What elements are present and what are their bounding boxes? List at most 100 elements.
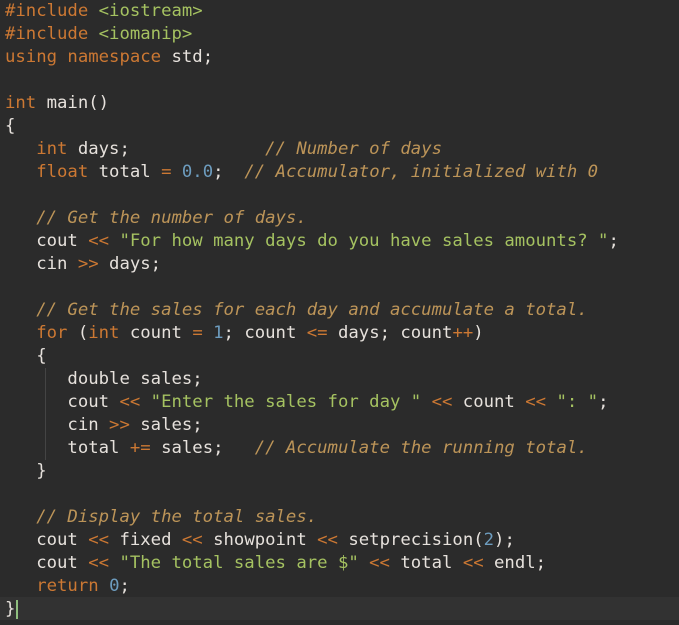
code-token: std;	[161, 47, 214, 67]
comment-token: // Accumulator, initialized with 0	[244, 162, 599, 182]
operator-token: <=	[306, 323, 328, 343]
keyword-token: using namespace	[5, 47, 162, 67]
code-token: count	[119, 323, 193, 343]
code-token: sales;	[150, 438, 255, 458]
code-line[interactable]: }	[5, 460, 619, 483]
operator-token: ++	[452, 323, 474, 343]
code-token: cout	[5, 530, 89, 550]
keyword-token: int	[36, 139, 68, 159]
operator-token: <<	[369, 553, 390, 573]
code-line[interactable]: cin >> sales;	[5, 414, 619, 437]
code-token: cin	[5, 415, 110, 435]
operator-token: <<	[88, 553, 110, 573]
code-token: double sales;	[5, 369, 203, 389]
string-literal-token: ": "	[556, 392, 599, 412]
text-caret	[16, 600, 18, 619]
comment-token: // Display the total sales.	[36, 507, 318, 527]
comment-token: // Number of days	[265, 139, 442, 159]
code-line[interactable]: int main()	[5, 92, 619, 115]
comment-token: // Accumulate the running total.	[254, 438, 588, 458]
code-token: cout	[5, 231, 89, 251]
code-token: )	[473, 323, 484, 343]
code-line[interactable]: using namespace std;	[5, 46, 619, 69]
code-line[interactable]: total += sales; // Accumulate the runnin…	[5, 437, 619, 460]
code-token: ;	[119, 576, 130, 596]
code-token: {	[5, 346, 47, 366]
code-line[interactable]: #include <iomanip>	[5, 23, 619, 46]
code-token: setprecision(	[337, 530, 484, 550]
comment-token: // Get the number of days.	[36, 208, 307, 228]
string-literal-token: "The total sales are $"	[119, 553, 359, 573]
code-line[interactable]: cout << fixed << showpoint << setprecisi…	[5, 529, 619, 552]
operator-token: <<	[88, 530, 110, 550]
code-token: count	[452, 392, 526, 412]
preprocessor-token: #include	[5, 24, 89, 44]
code-editor[interactable]: #include <iostream> #include <iomanip> usi…	[0, 0, 679, 625]
code-line[interactable]	[5, 483, 619, 506]
code-line[interactable]	[5, 184, 619, 207]
keyword-token: int	[5, 93, 37, 113]
include-path-token: <iostream>	[98, 1, 203, 21]
code-token: endl;	[483, 553, 547, 573]
operator-token: <<	[119, 392, 141, 412]
code-line[interactable]: double sales;	[5, 368, 619, 391]
code-token: ;	[598, 392, 609, 412]
code-line[interactable]: return 0;	[5, 575, 619, 598]
code-token: cin	[5, 254, 78, 274]
code-token: sales;	[129, 415, 203, 435]
keyword-token: for	[36, 323, 68, 343]
code-line[interactable]: cout << "Enter the sales for day " << co…	[5, 391, 619, 414]
code-line[interactable]: {	[5, 115, 619, 138]
keyword-token: int	[88, 323, 120, 343]
code-line[interactable]: float total = 0.0; // Accumulator, initi…	[5, 161, 619, 184]
code-line[interactable]: {	[5, 345, 619, 368]
code-line[interactable]	[5, 69, 619, 92]
code-line[interactable]: // Get the number of days.	[5, 207, 619, 230]
code-line[interactable]: cout << "For how many days do you have s…	[5, 230, 619, 253]
code-token: }	[5, 461, 47, 481]
code-line[interactable]: // Get the sales for each day and accumu…	[5, 299, 619, 322]
code-token: total	[5, 438, 130, 458]
operator-token: >>	[109, 415, 130, 435]
code-token: days; count	[327, 323, 453, 343]
operator-token: =	[192, 323, 203, 343]
code-line[interactable]: cout << "The total sales are $" << total…	[5, 552, 619, 575]
code-token: ;	[608, 231, 619, 251]
keyword-token: float	[36, 162, 89, 182]
code-line[interactable]: // Display the total sales.	[5, 506, 619, 529]
code-line[interactable]	[5, 276, 619, 299]
number-token: 0	[109, 576, 120, 596]
code-token: (	[67, 323, 89, 343]
code-line[interactable]: cin >> days;	[5, 253, 619, 276]
code-text-area[interactable]: #include <iostream> #include <iomanip> usi…	[5, 0, 619, 621]
comment-token: // Get the sales for each day and accumu…	[36, 300, 588, 320]
code-token: days;	[98, 254, 162, 274]
code-token: );	[494, 530, 515, 550]
number-token: 2	[483, 530, 495, 550]
code-line[interactable]: for (int count = 1; count <= days; count…	[5, 322, 619, 345]
code-line[interactable]: #include <iostream>	[5, 0, 619, 23]
code-line[interactable]: }	[5, 598, 619, 621]
code-line[interactable]: int days; // Number of days	[5, 138, 619, 161]
code-token: total	[88, 162, 162, 182]
code-token: days;	[67, 139, 266, 159]
code-token: ; count	[223, 323, 307, 343]
operator-token: <<	[431, 392, 453, 412]
code-token: main()	[36, 93, 110, 113]
code-token: total	[389, 553, 463, 573]
code-token: ;	[213, 162, 245, 182]
